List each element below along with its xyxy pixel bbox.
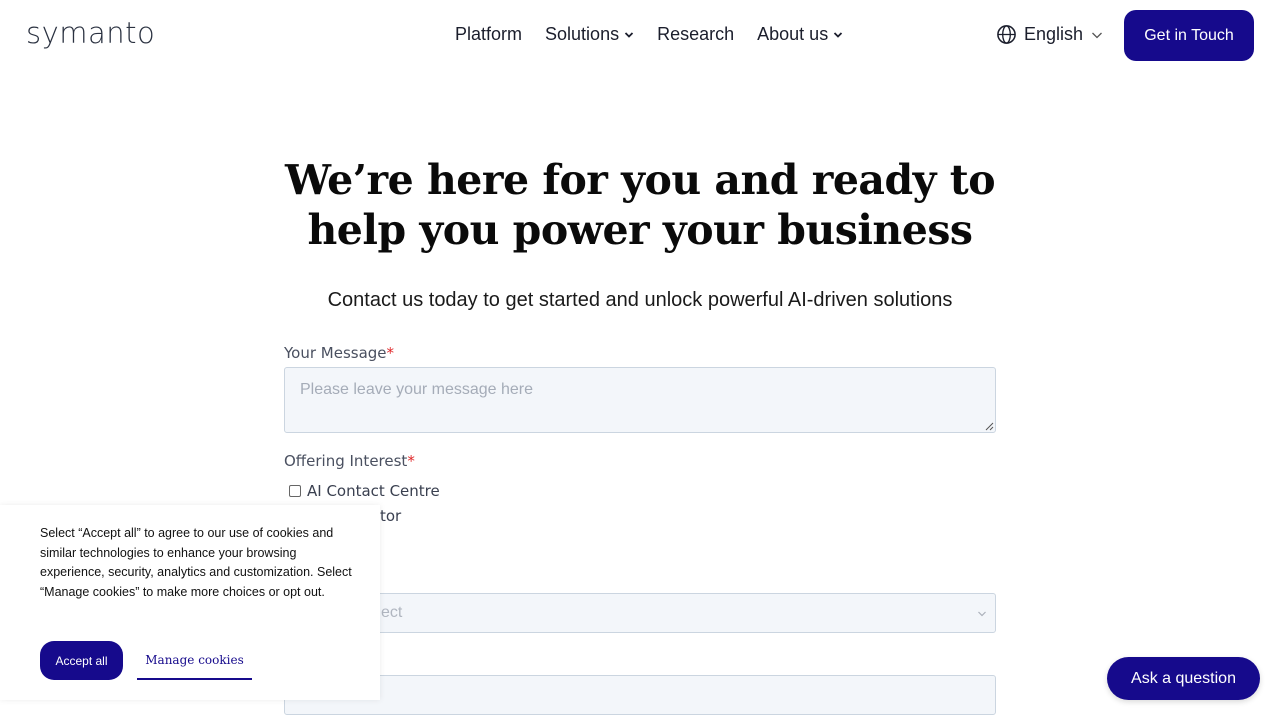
nav-item-about[interactable]: About us [757, 24, 843, 45]
nav-item-solutions[interactable]: Solutions [545, 24, 634, 45]
message-textarea[interactable] [284, 367, 996, 433]
required-mark: * [407, 452, 415, 470]
ask-question-button[interactable]: Ask a question [1107, 657, 1260, 700]
site-header: symanto Platform Solutions Research Abou… [0, 0, 1280, 72]
language-label: English [1024, 24, 1084, 44]
offering-label: Offering Interest* [284, 452, 415, 470]
message-label: Your Message* [284, 344, 394, 362]
option-label: tor [380, 507, 402, 525]
resize-handle-icon[interactable] [985, 422, 994, 431]
main-nav: Platform Solutions Research About us [455, 24, 866, 45]
nav-item-label: Platform [455, 24, 523, 44]
page-title-line: We’re here for you and ready to [284, 156, 996, 204]
nav-item-label: Solutions [545, 24, 620, 44]
accept-all-button[interactable]: Accept all [40, 641, 123, 680]
chevron-down-icon [978, 611, 986, 617]
topic-select[interactable]: ect [284, 593, 996, 633]
offering-label-text: Offering Interest [284, 452, 408, 470]
offering-option-2[interactable]: tor [380, 507, 401, 525]
chevron-down-icon [834, 31, 843, 38]
message-label-text: Your Message [284, 344, 387, 362]
page-subtitle: Contact us today to get started and unlo… [327, 289, 953, 311]
page-title-line: help you power your business [307, 206, 973, 254]
chevron-down-icon [624, 31, 634, 38]
chevron-down-icon [1092, 32, 1103, 38]
nav-item-research[interactable]: Research [657, 24, 734, 45]
nav-item-label: About us [757, 24, 829, 44]
logo[interactable]: symanto [26, 16, 155, 50]
checkbox[interactable] [289, 485, 301, 497]
form-input-field[interactable] [284, 675, 996, 715]
option-label: AI Contact Centre [307, 482, 440, 500]
language-selector[interactable]: English [996, 24, 1103, 45]
globe-icon [997, 25, 1016, 44]
manage-cookies-button[interactable]: Manage cookies [137, 641, 252, 680]
select-value: ect [381, 604, 403, 621]
nav-item-label: Research [657, 24, 735, 44]
offering-option-ai-contact-centre[interactable]: AI Contact Centre [289, 482, 440, 500]
required-mark: * [386, 344, 395, 362]
nav-item-platform[interactable]: Platform [455, 24, 522, 45]
cookie-text: Select “Accept all” to agree to our use … [40, 526, 352, 599]
get-in-touch-button[interactable]: Get in Touch [1124, 10, 1254, 61]
page-title: We’re here for you and ready to help you… [240, 155, 1040, 255]
cookie-banner: Select “Accept all” to agree to our use … [0, 505, 380, 700]
